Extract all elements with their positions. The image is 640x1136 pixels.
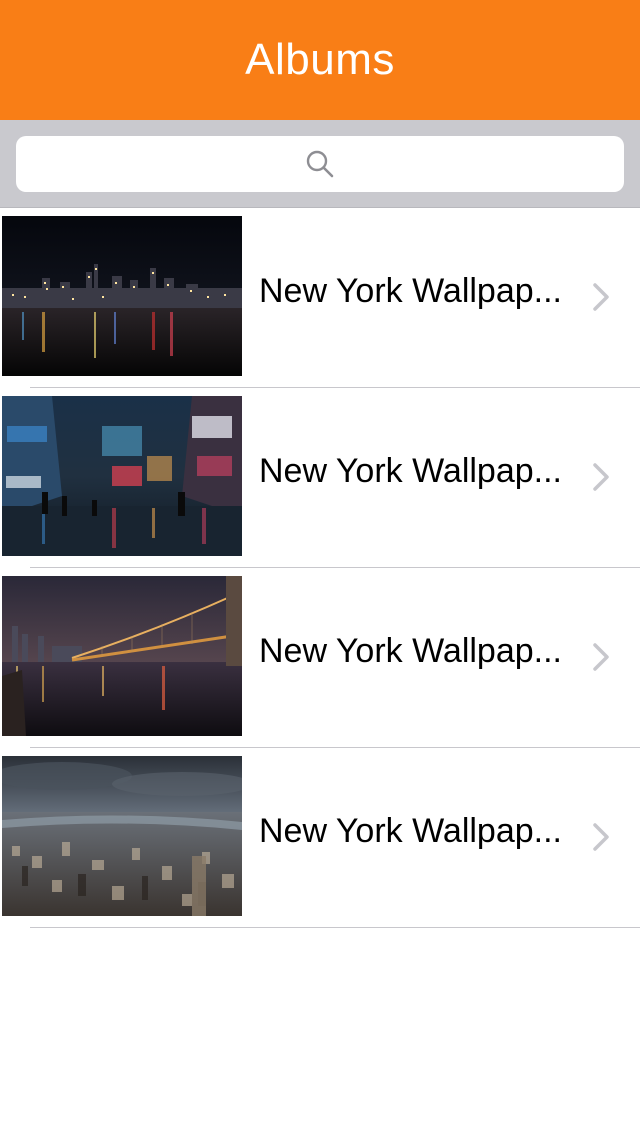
album-row[interactable]: New York Wallpap...: [0, 388, 640, 568]
times-square-image: [2, 396, 242, 556]
album-thumbnail: [2, 396, 242, 556]
album-title: New York Wallpap...: [259, 452, 562, 490]
aerial-city-image: [2, 756, 242, 916]
album-title: New York Wallpap...: [259, 812, 562, 850]
search-field[interactable]: [16, 136, 624, 192]
chevron-right-icon: [593, 463, 609, 491]
album-title: New York Wallpap...: [259, 272, 562, 310]
search-input[interactable]: [16, 136, 624, 192]
page-title: Albums: [245, 35, 395, 84]
album-thumbnail: [2, 576, 242, 736]
chevron-right-icon: [593, 643, 609, 671]
search-bar: [0, 120, 640, 208]
album-thumbnail: [2, 216, 242, 376]
chevron-right-icon: [593, 283, 609, 311]
album-thumbnail: [2, 756, 242, 916]
album-title: New York Wallpap...: [259, 632, 562, 670]
album-row[interactable]: New York Wallpap...: [0, 568, 640, 748]
bridge-image: [2, 576, 242, 736]
row-separator: [30, 927, 640, 928]
skyline-image: [2, 216, 242, 376]
album-row[interactable]: New York Wallpap...: [0, 748, 640, 928]
chevron-right-icon: [593, 823, 609, 851]
nav-bar: Albums: [0, 0, 640, 120]
album-row[interactable]: New York Wallpap...: [0, 208, 640, 388]
album-list: New York Wallpap... New York Wallpap... …: [0, 208, 640, 928]
